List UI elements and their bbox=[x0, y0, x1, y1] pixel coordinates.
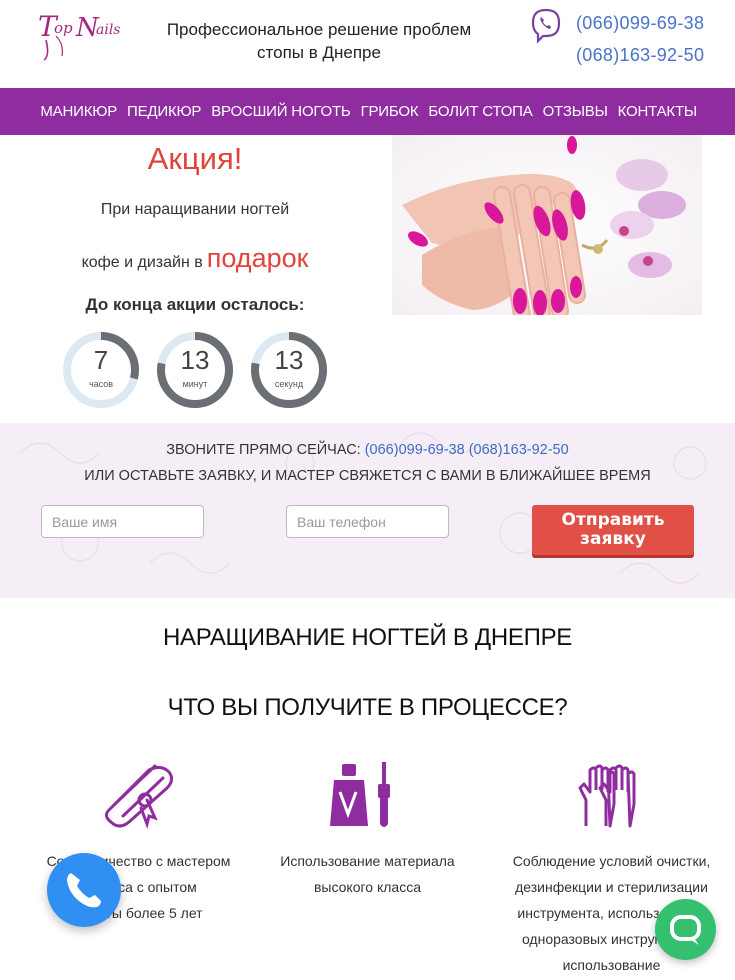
topnails-logo[interactable]: T op N ails bbox=[36, 6, 128, 62]
feature-3-line-2: дезинфекции и стерилизации bbox=[515, 879, 708, 895]
leave-request-text: ИЛИ ОСТАВЬТЕ ЗАЯВКУ, И МАСТЕР СВЯЖЕТСЯ С… bbox=[84, 468, 651, 484]
feature-2-line-2: высокого класса bbox=[313, 879, 421, 895]
nav-items: МАНИКЮР ПЕДИКЮР ВРОСШИЙ НОГОТЬ ГРИБОК БО… bbox=[40, 88, 697, 135]
countdown-title: До конца акции осталось: bbox=[85, 295, 305, 314]
promo-line-2-text: кофе и дизайн в bbox=[81, 254, 203, 271]
promo-line-1: При наращивании ногтей bbox=[100, 201, 290, 218]
name-input[interactable] bbox=[41, 505, 204, 538]
tagline-line-2: стопы в Днепре bbox=[257, 43, 381, 62]
viber-icon[interactable] bbox=[530, 8, 562, 44]
tagline-line-1: Профессиональное решение проблем bbox=[166, 20, 472, 39]
promo-section: Акция! При наращивании ногтей кофе и диз… bbox=[0, 135, 735, 423]
section-title-what-you-get: ЧТО ВЫ ПОЛУЧИТЕ В ПРОЦЕССЕ? bbox=[167, 694, 568, 721]
call-now-text: ЗВОНИТЕ ПРЯМО СЕЙЧАС: (066)099-69-38 (06… bbox=[0, 442, 735, 458]
timer-minutes-value: 13 bbox=[180, 345, 210, 375]
submit-label-line-1: Отправить bbox=[561, 510, 665, 530]
header-phone-2[interactable]: (068)163-92-50 bbox=[576, 45, 704, 66]
timer-hours-unit: часов bbox=[88, 379, 114, 389]
chat-button[interactable] bbox=[655, 899, 716, 960]
feature-2-text: Использование материала высокого класса bbox=[245, 848, 490, 900]
site-header: T op N ails Профессиональное решение про… bbox=[0, 0, 735, 88]
nav-item-foot-pain[interactable]: БОЛИТ СТОПА bbox=[428, 103, 532, 120]
phone-handset-icon bbox=[67, 873, 101, 908]
svg-text:op: op bbox=[54, 19, 73, 37]
phone-input[interactable] bbox=[286, 505, 449, 538]
timer-seconds: 13 секунд bbox=[250, 331, 328, 409]
nav-item-pedicure[interactable]: ПЕДИКЮР bbox=[127, 103, 201, 120]
feature-3-line-1: Соблюдение условий очистки, bbox=[512, 853, 711, 869]
timer-minutes-unit: минут bbox=[182, 379, 208, 389]
promo-title: Акция! bbox=[147, 141, 243, 176]
submit-label-line-2: заявку bbox=[580, 529, 646, 549]
nav-item-fungus[interactable]: ГРИБОК bbox=[361, 103, 419, 120]
gloves-icon bbox=[578, 764, 635, 828]
header-phone-1[interactable]: (066)099-69-38 bbox=[576, 13, 704, 34]
call-now-phone-2[interactable]: (068)163-92-50 bbox=[469, 442, 569, 458]
call-button[interactable] bbox=[47, 853, 121, 927]
callback-form-section: ЗВОНИТЕ ПРЯМО СЕЙЧАС: (066)099-69-38 (06… bbox=[0, 423, 735, 598]
timer-hours: 7 часов bbox=[62, 331, 140, 409]
diploma-icon bbox=[104, 764, 173, 830]
submit-request-button[interactable]: Отправить заявку bbox=[532, 505, 694, 555]
call-now-phone-1[interactable]: (066)099-69-38 bbox=[365, 442, 465, 458]
section-title-nail-extension: НАРАЩИВАНИЕ НОГТЕЙ В ДНЕПРЕ bbox=[163, 624, 572, 651]
timer-minutes: 13 минут bbox=[156, 331, 234, 409]
chat-bubble-icon bbox=[670, 915, 701, 945]
timer-seconds-unit: секунд bbox=[274, 379, 304, 389]
feature-quality-materials: Использование материала высокого класса bbox=[245, 760, 490, 900]
nail-polish-icon bbox=[329, 762, 390, 827]
feature-2-line-1: Использование материала bbox=[280, 853, 455, 869]
nav-item-ingrown-nail[interactable]: ВРОСШИЙ НОГОТЬ bbox=[211, 103, 351, 120]
svg-text:ails: ails bbox=[96, 22, 121, 38]
header-tagline: Профессиональное решение проблем стопы в… bbox=[160, 18, 478, 64]
main-nav: МАНИКЮР ПЕДИКЮР ВРОСШИЙ НОГОТЬ ГРИБОК БО… bbox=[0, 88, 735, 135]
promo-gift-word: подарок bbox=[206, 243, 309, 273]
nav-item-reviews[interactable]: ОТЗЫВЫ bbox=[543, 103, 608, 120]
countdown-timers: 7 часов 13 минут 13 секунд bbox=[62, 331, 328, 409]
manicure-hands-image bbox=[392, 135, 702, 315]
timer-hours-value: 7 bbox=[93, 345, 109, 375]
nav-item-contacts[interactable]: КОНТАКТЫ bbox=[618, 103, 698, 120]
promo-line-2: кофе и дизайн в подарок bbox=[0, 243, 390, 274]
nav-item-manicure[interactable]: МАНИКЮР bbox=[40, 103, 117, 120]
call-now-label: ЗВОНИТЕ ПРЯМО СЕЙЧАС: bbox=[166, 442, 361, 458]
timer-seconds-value: 13 bbox=[274, 345, 304, 375]
